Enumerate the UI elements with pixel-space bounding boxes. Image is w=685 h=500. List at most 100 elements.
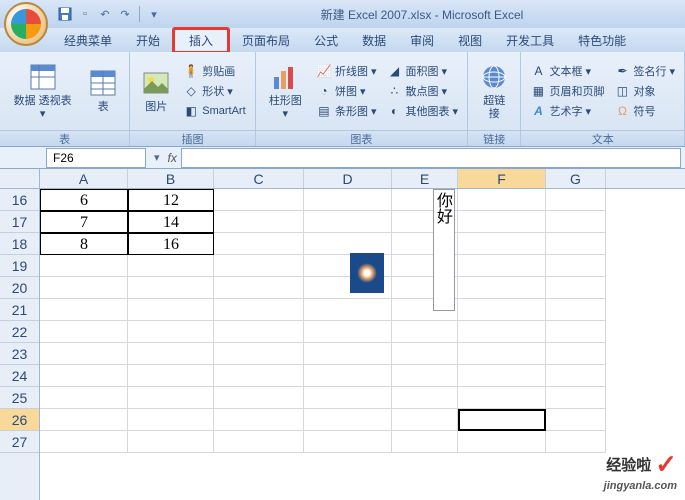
line-chart-button[interactable]: 📈折线图 ▾	[313, 62, 380, 80]
cell[interactable]	[458, 387, 546, 409]
col-header[interactable]: B	[128, 169, 214, 188]
cell[interactable]	[304, 409, 392, 431]
redo-icon[interactable]: ↷	[116, 5, 134, 23]
cell[interactable]	[546, 321, 606, 343]
cell[interactable]	[392, 343, 458, 365]
tab-classic[interactable]: 经典菜单	[52, 29, 124, 52]
cell[interactable]	[128, 343, 214, 365]
cell[interactable]	[214, 233, 304, 255]
cell[interactable]	[546, 299, 606, 321]
headerfooter-button[interactable]: ▦页眉和页脚	[527, 82, 607, 100]
tab-insert[interactable]: 插入	[172, 27, 230, 54]
cell[interactable]	[458, 277, 546, 299]
cell[interactable]: 7	[40, 211, 128, 233]
cell[interactable]	[458, 365, 546, 387]
row-header[interactable]: 24	[0, 365, 39, 387]
tab-review[interactable]: 审阅	[398, 29, 446, 52]
col-header[interactable]: F	[458, 169, 546, 188]
row-header[interactable]: 23	[0, 343, 39, 365]
col-header[interactable]: D	[304, 169, 392, 188]
hyperlink-button[interactable]: 超链接	[474, 59, 514, 123]
qat-unknown-icon[interactable]: ▫	[76, 5, 94, 23]
cell[interactable]	[458, 211, 546, 233]
cell[interactable]: 14	[128, 211, 214, 233]
cell[interactable]	[214, 365, 304, 387]
cell[interactable]	[458, 343, 546, 365]
cell[interactable]	[458, 233, 546, 255]
textbox-button[interactable]: A文本框 ▾	[527, 62, 607, 80]
cell[interactable]	[40, 277, 128, 299]
cell[interactable]: 8	[40, 233, 128, 255]
tab-home[interactable]: 开始	[124, 29, 172, 52]
tab-view[interactable]: 视图	[446, 29, 494, 52]
cell[interactable]	[40, 343, 128, 365]
tab-special[interactable]: 特色功能	[566, 29, 638, 52]
clipart-button[interactable]: 🧍剪贴画	[180, 62, 248, 80]
formula-bar[interactable]	[181, 148, 681, 168]
cells[interactable]: 612 714 816	[40, 189, 685, 453]
row-header[interactable]: 18	[0, 233, 39, 255]
cell[interactable]	[128, 409, 214, 431]
cell[interactable]	[128, 255, 214, 277]
row-header[interactable]: 22	[0, 321, 39, 343]
cell[interactable]	[40, 409, 128, 431]
cell[interactable]	[214, 299, 304, 321]
cell[interactable]	[546, 343, 606, 365]
cell[interactable]: 12	[128, 189, 214, 211]
cell[interactable]	[40, 431, 128, 453]
cell[interactable]	[40, 387, 128, 409]
cell[interactable]	[458, 189, 546, 211]
cell[interactable]	[304, 387, 392, 409]
vertical-textbox[interactable]: 你好	[433, 189, 455, 311]
col-header[interactable]: C	[214, 169, 304, 188]
cell[interactable]	[40, 255, 128, 277]
cell[interactable]	[546, 211, 606, 233]
select-all-corner[interactable]	[0, 169, 39, 189]
smartart-button[interactable]: ◧SmartArt	[180, 102, 248, 120]
cell[interactable]	[458, 431, 546, 453]
column-chart-button[interactable]: 柱形图 ▾	[262, 59, 309, 123]
cell[interactable]	[546, 277, 606, 299]
tab-formula[interactable]: 公式	[302, 29, 350, 52]
cell[interactable]	[214, 277, 304, 299]
cell[interactable]	[214, 343, 304, 365]
dropdown-icon[interactable]: ▾	[154, 151, 160, 164]
cell[interactable]	[304, 365, 392, 387]
cell[interactable]	[40, 299, 128, 321]
cell[interactable]	[304, 431, 392, 453]
cell[interactable]	[304, 299, 392, 321]
undo-icon[interactable]: ↶	[96, 5, 114, 23]
cell[interactable]: 6	[40, 189, 128, 211]
cell[interactable]	[458, 299, 546, 321]
row-header[interactable]: 16	[0, 189, 39, 211]
tab-data[interactable]: 数据	[350, 29, 398, 52]
save-icon[interactable]	[56, 5, 74, 23]
row-header[interactable]: 25	[0, 387, 39, 409]
cell[interactable]	[214, 211, 304, 233]
row-header[interactable]: 20	[0, 277, 39, 299]
tab-layout[interactable]: 页面布局	[230, 29, 302, 52]
sigline-button[interactable]: ✒签名行 ▾	[611, 62, 678, 80]
cell[interactable]	[214, 409, 304, 431]
row-header[interactable]: 21	[0, 299, 39, 321]
col-header[interactable]: E	[392, 169, 458, 188]
cell[interactable]	[392, 409, 458, 431]
qat-dropdown-icon[interactable]: ▾	[145, 5, 163, 23]
table-button[interactable]: 表	[83, 65, 123, 116]
cell[interactable]	[392, 387, 458, 409]
pie-chart-button[interactable]: ◔饼图 ▾	[313, 82, 380, 100]
office-button[interactable]	[4, 2, 48, 46]
row-header[interactable]: 27	[0, 431, 39, 453]
cell[interactable]	[546, 233, 606, 255]
cell[interactable]	[214, 431, 304, 453]
cell[interactable]	[546, 409, 606, 431]
cell[interactable]	[304, 233, 392, 255]
bar-chart-button[interactable]: ▤条形图 ▾	[313, 102, 380, 120]
cell[interactable]	[458, 255, 546, 277]
cell[interactable]	[546, 255, 606, 277]
cell[interactable]	[128, 365, 214, 387]
col-header[interactable]: A	[40, 169, 128, 188]
col-header[interactable]: G	[546, 169, 606, 188]
fx-icon[interactable]: fx	[168, 151, 177, 165]
name-box[interactable]: F26	[46, 148, 146, 168]
